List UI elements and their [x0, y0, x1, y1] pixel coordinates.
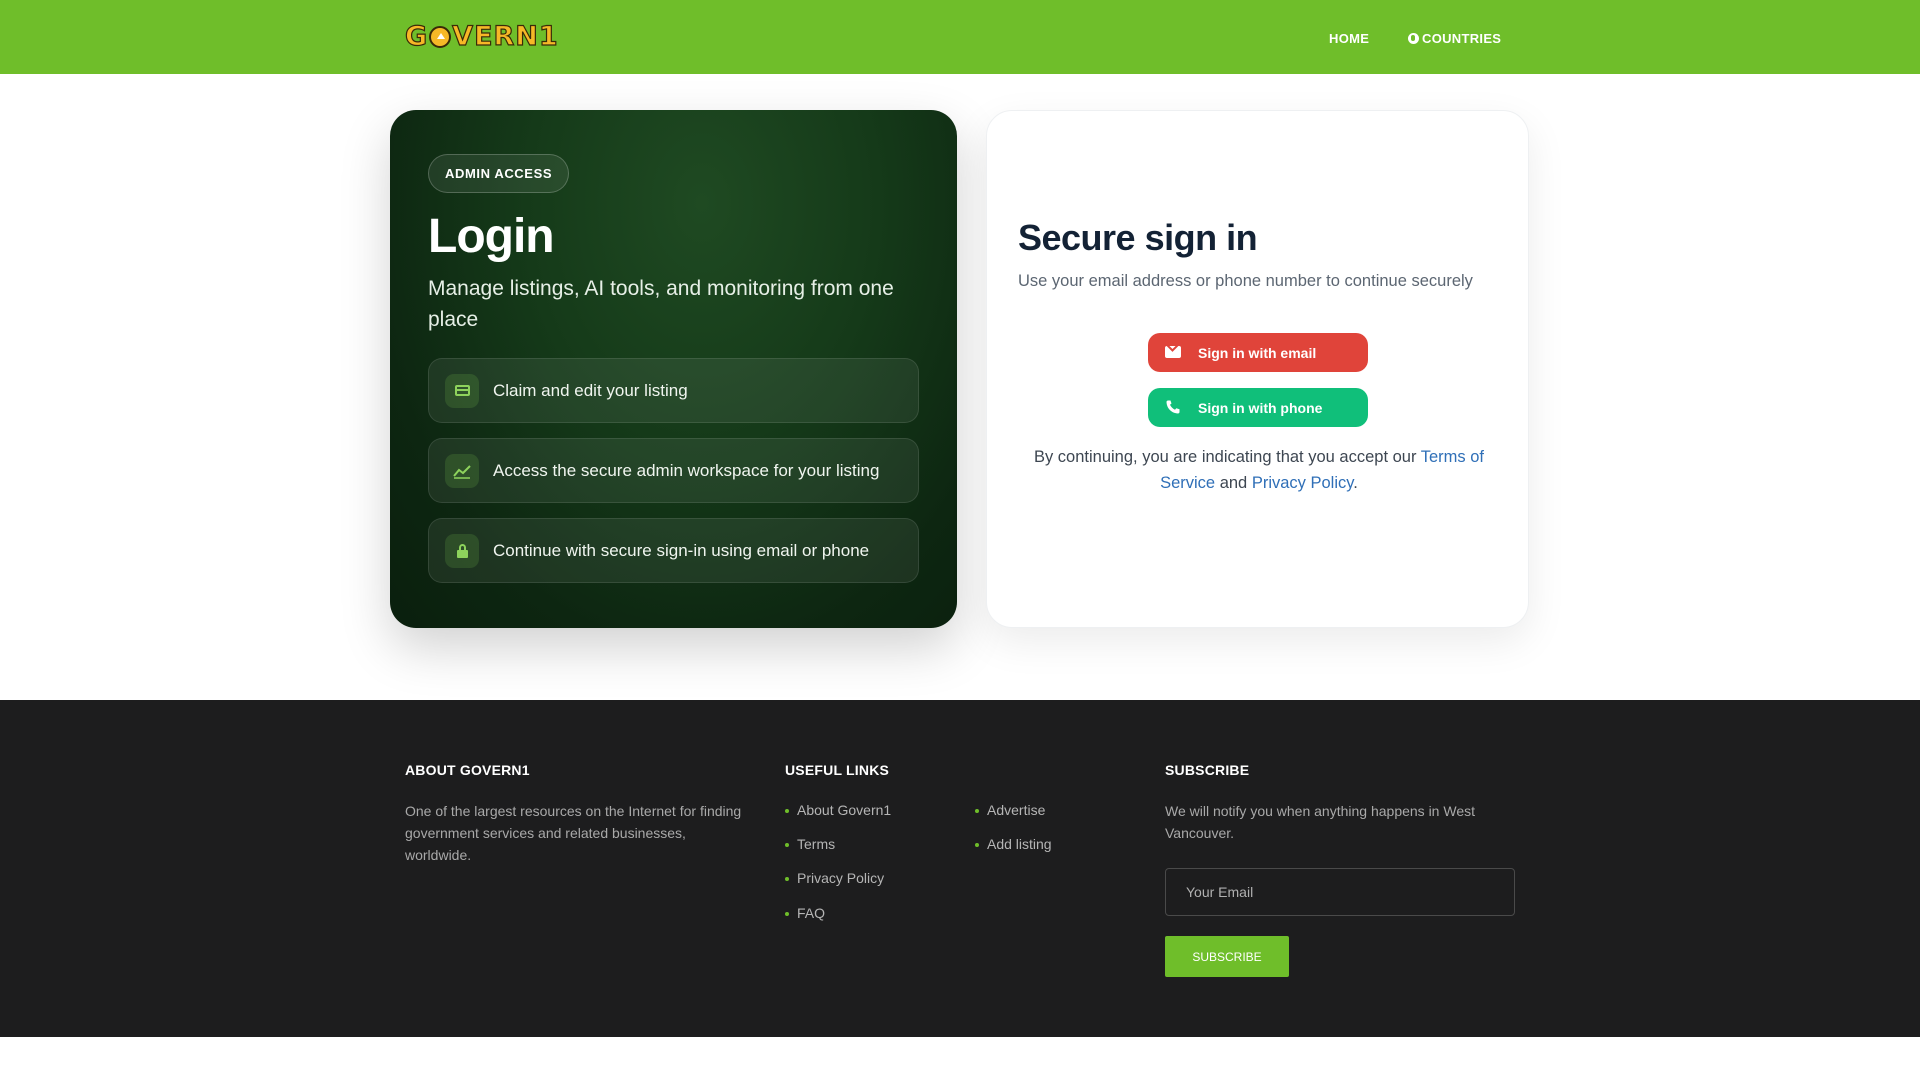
- logo-home-icon: [429, 26, 452, 48]
- signin-title: Secure sign in: [1018, 217, 1258, 258]
- feature-item-secure-signin: Continue with secure sign-in using email…: [428, 518, 919, 583]
- mail-icon: [1165, 346, 1181, 358]
- signin-panel: Secure sign in Use your email address or…: [986, 110, 1529, 628]
- footer-link-privacy[interactable]: Privacy Policy: [784, 870, 884, 886]
- feature-label: Access the secure admin workspace for yo…: [493, 461, 880, 480]
- nav-countries-label: COUNTRIES: [1422, 31, 1502, 46]
- terms-and-text: and: [1215, 474, 1252, 492]
- footer-subscribe-text: We will notify you when anything happens…: [1165, 803, 1475, 841]
- footer-links-heading: USEFUL LINKS: [785, 762, 890, 778]
- login-subtitle: Manage listings, AI tools, and monitorin…: [428, 277, 894, 331]
- subscribe-email-input[interactable]: [1165, 868, 1515, 916]
- login-info-panel: ADMIN ACCESS Login Manage listings, AI t…: [390, 110, 957, 628]
- privacy-policy-link[interactable]: Privacy Policy: [1252, 474, 1353, 492]
- signin-phone-label: Sign in with phone: [1198, 400, 1323, 416]
- feature-label: Claim and edit your listing: [493, 381, 688, 400]
- globe-icon: [1408, 33, 1419, 44]
- signin-phone-button[interactable]: Sign in with phone: [1148, 388, 1368, 427]
- footer-link-terms[interactable]: Terms: [784, 836, 835, 852]
- admin-access-badge: ADMIN ACCESS: [428, 154, 570, 193]
- signin-subtitle: Use your email address or phone number t…: [1018, 272, 1473, 290]
- login-title: Login: [428, 210, 555, 263]
- nav-countries-link[interactable]: COUNTRIES: [1408, 31, 1501, 46]
- subscribe-button[interactable]: SUBSCRIBE: [1165, 936, 1289, 977]
- signin-email-button[interactable]: Sign in with email: [1148, 333, 1368, 372]
- footer-link-about[interactable]: About Govern1: [784, 802, 891, 818]
- signin-email-label: Sign in with email: [1198, 345, 1317, 361]
- nav-home-link[interactable]: HOME: [1329, 31, 1369, 46]
- govern1-logo[interactable]: G VERN1: [404, 21, 559, 52]
- terms-notice: By continuing, you are indicating that y…: [1018, 444, 1500, 496]
- phone-icon: [1165, 399, 1181, 415]
- top-navbar: G VERN1 HOME COUNTRIES: [0, 0, 1920, 74]
- id-card-icon: [445, 374, 479, 408]
- footer-link-add-listing[interactable]: Add listing: [975, 836, 1052, 852]
- feature-item-claim-listing: Claim and edit your listing: [428, 358, 919, 423]
- footer-about-text: One of the largest resources on the Inte…: [405, 803, 742, 863]
- footer-link-faq[interactable]: FAQ: [784, 905, 825, 921]
- terms-suffix-text: .: [1353, 474, 1358, 492]
- footer-subscribe-heading: SUBSCRIBE: [1165, 762, 1250, 778]
- site-footer: ABOUT GOVERN1 One of the largest resourc…: [0, 700, 1920, 1037]
- lock-icon: [445, 534, 479, 568]
- footer-about-heading: ABOUT GOVERN1: [405, 762, 530, 778]
- feature-item-admin-workspace: Access the secure admin workspace for yo…: [428, 438, 919, 503]
- trend-chart-icon: [445, 454, 479, 488]
- footer-link-advertise[interactable]: Advertise: [974, 802, 1045, 818]
- feature-label: Continue with secure sign-in using email…: [493, 541, 870, 560]
- terms-prefix-text: By continuing, you are indicating that y…: [1033, 448, 1421, 466]
